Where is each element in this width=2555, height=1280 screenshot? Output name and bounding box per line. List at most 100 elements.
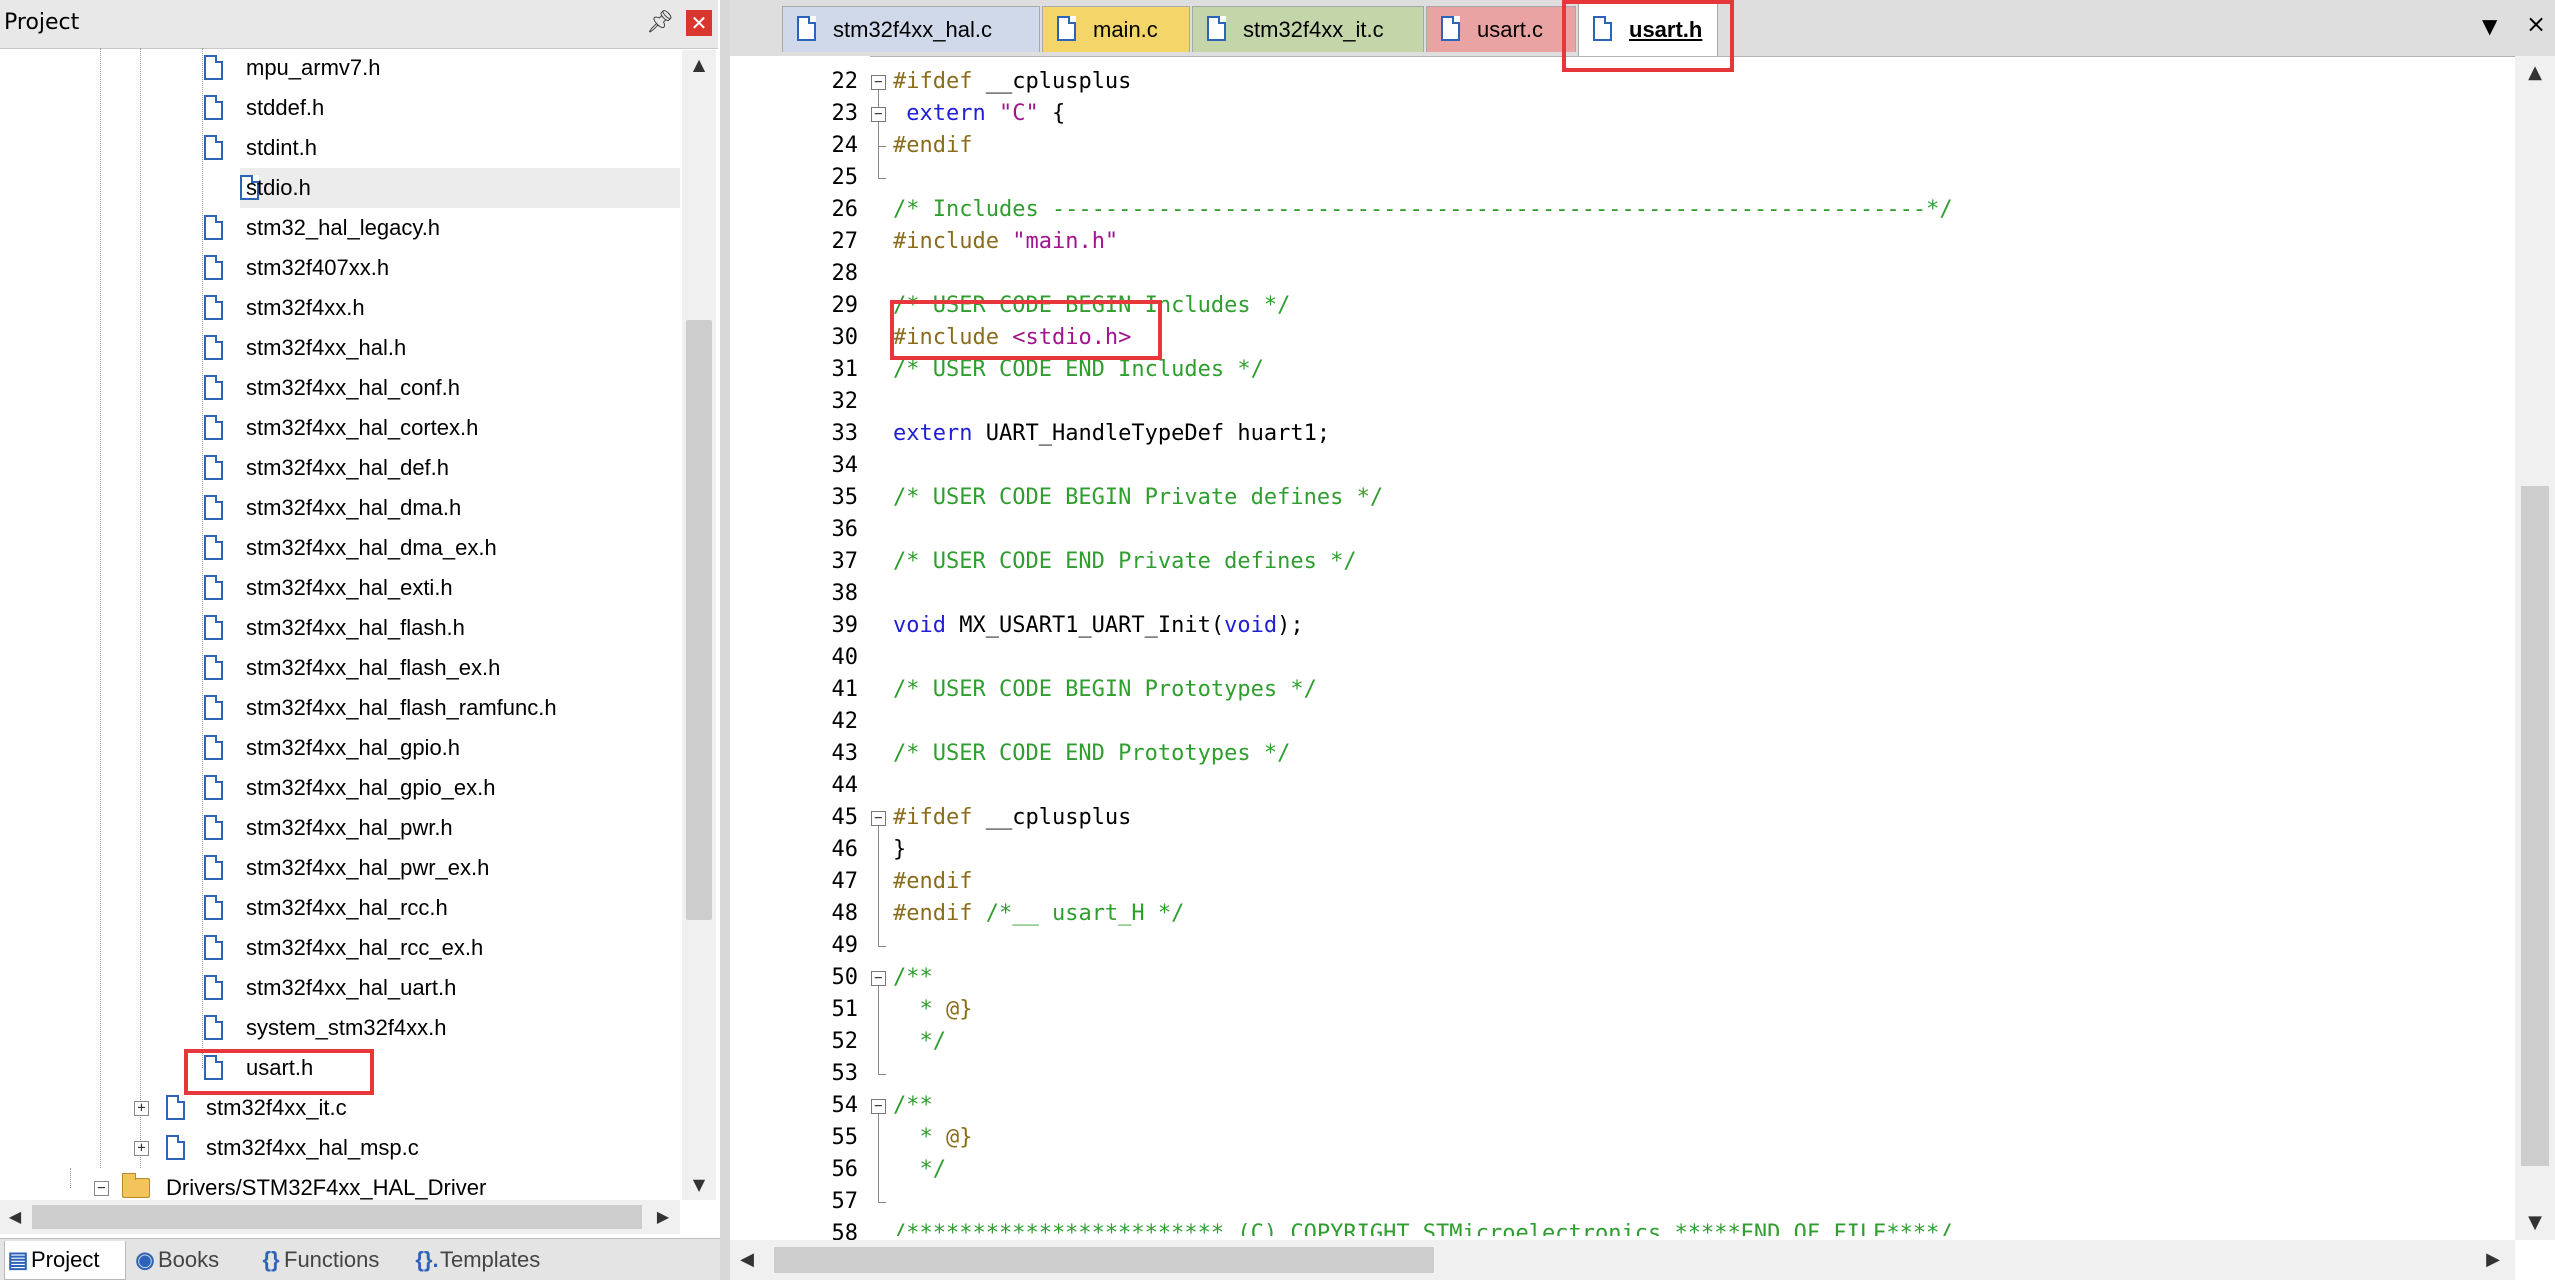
fold-toggle[interactable]: −: [871, 1099, 886, 1114]
tree-file-item[interactable]: stm32f4xx_hal_rcc_ex.h: [0, 928, 680, 968]
code-line: extern UART_HandleTypeDef huart1;: [893, 418, 1330, 450]
editor-vertical-scrollbar[interactable]: ▲ ▼: [2515, 56, 2555, 1240]
tree-folder-drivers[interactable]: − Drivers/STM32F4xx_HAL_Driver: [0, 1168, 680, 1200]
editor-vertical-scroll-thumb[interactable]: [2521, 486, 2549, 1166]
line-number: 32: [831, 389, 859, 414]
tree-file-item[interactable]: stm32f407xx.h: [0, 248, 680, 288]
tree-source-item[interactable]: + stm32f4xx_it.c: [0, 1088, 680, 1128]
expand-toggle[interactable]: +: [134, 1141, 149, 1156]
fold-toggle[interactable]: −: [871, 75, 886, 90]
tree-file-item[interactable]: system_stm32f4xx.h: [0, 1008, 680, 1048]
tree-file-item[interactable]: stm32f4xx_hal_gpio_ex.h: [0, 768, 680, 808]
tab-usart-h[interactable]: usart.h: [1578, 2, 1718, 56]
tree-vertical-scroll-thumb[interactable]: [686, 320, 712, 920]
tree-file-item[interactable]: stm32f4xx_hal_cortex.h: [0, 408, 680, 448]
tab-functions[interactable]: {} Functions: [258, 1241, 408, 1279]
fold-toggle[interactable]: −: [871, 971, 886, 986]
line-number: 23: [831, 101, 859, 126]
code-token: /* USER CODE END Includes */: [893, 357, 1264, 382]
tree-file-item[interactable]: stm32f4xx_hal_pwr.h: [0, 808, 680, 848]
tree-file-item[interactable]: stddef.h: [0, 88, 680, 128]
line-number: 46: [831, 837, 859, 862]
pin-icon[interactable]: 📌︎: [646, 10, 674, 36]
line-number: 36: [831, 517, 859, 542]
line-number: 26: [831, 197, 859, 222]
project-panel: Project 📌︎ ✕ mpu_armv7.h stddef.h stdint.h…: [0, 0, 720, 1280]
expand-toggle[interactable]: +: [134, 1101, 149, 1116]
tree-source-label: stm32f4xx_hal_msp.c: [206, 1135, 419, 1160]
tree-horizontal-scroll-thumb[interactable]: [32, 1205, 642, 1229]
code-token: #endif: [893, 869, 973, 894]
tab-label: Functions: [284, 1247, 380, 1272]
scroll-up-arrow-icon[interactable]: ▲: [682, 50, 716, 80]
code-token: */: [893, 1029, 946, 1054]
code-line: #include <stdio.h>: [893, 322, 1131, 354]
tree-file-item[interactable]: stdint.h: [0, 128, 680, 168]
tree-file-item[interactable]: stm32f4xx_hal_flash_ex.h: [0, 648, 680, 688]
tree-file-item[interactable]: stm32f4xx_hal_gpio.h: [0, 728, 680, 768]
tree-file-label: stm32_hal_legacy.h: [246, 215, 441, 240]
tree-file-item[interactable]: stm32f4xx_hal_exti.h: [0, 568, 680, 608]
code-line: /* Includes ----------------------------…: [893, 194, 1953, 226]
line-number: 51: [831, 997, 859, 1022]
tab-project[interactable]: ▤ Project: [4, 1241, 126, 1280]
tree-horizontal-scrollbar[interactable]: ◀ ▶: [0, 1200, 680, 1234]
tree-file-item[interactable]: stm32f4xx_hal.h: [0, 328, 680, 368]
tree-file-item[interactable]: usart.h: [0, 1048, 680, 1088]
tree-file-item[interactable]: stm32f4xx_hal_uart.h: [0, 968, 680, 1008]
tree-file-label: stm32f4xx.h: [246, 295, 365, 320]
scroll-right-arrow-icon[interactable]: ▶: [648, 1200, 678, 1234]
project-panel-title: Project: [4, 10, 80, 35]
scroll-left-arrow-icon[interactable]: ◀: [0, 1200, 30, 1234]
fold-end-marker: [878, 1202, 886, 1203]
line-number: 34: [831, 453, 859, 478]
tree-file-item[interactable]: stm32f4xx_hal_rcc.h: [0, 888, 680, 928]
editor-horizontal-scroll-thumb[interactable]: [774, 1247, 1434, 1273]
code-line: /* USER CODE END Private defines */: [893, 546, 1357, 578]
tree-file-item[interactable]: stm32f4xx_hal_flash_ramfunc.h: [0, 688, 680, 728]
tree-file-item[interactable]: stm32f4xx_hal_dma_ex.h: [0, 528, 680, 568]
code-area[interactable]: #ifdef __cplusplus extern "C" {#endif /* …: [893, 56, 2513, 1236]
tree-file-item[interactable]: stm32f4xx_hal_def.h: [0, 448, 680, 488]
tree-file-item[interactable]: stm32f4xx_hal_conf.h: [0, 368, 680, 408]
code-editor: stm32f4xx_hal.c main.c stm32f4xx_it.c us…: [730, 0, 2555, 1280]
tree-file-label: stm32f4xx_hal_gpio_ex.h: [246, 775, 496, 800]
tree-file-item[interactable]: stdio.h: [240, 168, 680, 208]
code-token: /* USER CODE BEGIN Private defines */: [893, 485, 1384, 510]
tab-books[interactable]: ◉ Books: [132, 1241, 252, 1279]
tab-stm32f4xx-hal-c[interactable]: stm32f4xx_hal.c: [782, 6, 1040, 52]
editor-horizontal-scrollbar[interactable]: ◀ ▶: [730, 1240, 2515, 1280]
tree-vertical-scrollbar[interactable]: ▲ ▼: [682, 50, 716, 1200]
tree-file-item[interactable]: stm32_hal_legacy.h: [0, 208, 680, 248]
tree-file-item[interactable]: stm32f4xx_hal_pwr_ex.h: [0, 848, 680, 888]
file-icon: [166, 1095, 185, 1120]
tree-file-item[interactable]: mpu_armv7.h: [0, 48, 680, 88]
tab-stm32f4xx-it-c[interactable]: stm32f4xx_it.c: [1192, 6, 1424, 52]
tab-list-dropdown-icon[interactable]: ▼: [2482, 14, 2497, 38]
tab-usart-c[interactable]: usart.c: [1426, 6, 1576, 52]
tab-templates[interactable]: {}.Templates: [414, 1241, 574, 1279]
file-icon: [1057, 16, 1076, 41]
scroll-right-arrow-icon[interactable]: ▶: [2476, 1240, 2510, 1280]
scroll-down-arrow-icon[interactable]: ▼: [682, 1170, 716, 1200]
line-number: 56: [831, 1157, 859, 1182]
close-tab-icon[interactable]: ×: [2526, 10, 2546, 38]
scroll-up-arrow-icon[interactable]: ▲: [2515, 56, 2555, 90]
tab-main-c[interactable]: main.c: [1042, 6, 1190, 52]
close-icon[interactable]: ✕: [686, 10, 712, 36]
tree-source-item[interactable]: + stm32f4xx_hal_msp.c: [0, 1128, 680, 1168]
tree-file-label: stm32f4xx_hal_dma.h: [246, 495, 462, 520]
tree-file-item[interactable]: stm32f4xx_hal_flash.h: [0, 608, 680, 648]
code-token: {: [1038, 101, 1066, 126]
line-number: 48: [831, 901, 859, 926]
collapse-toggle[interactable]: −: [94, 1181, 109, 1196]
scroll-left-arrow-icon[interactable]: ◀: [730, 1240, 764, 1280]
file-icon: [204, 535, 223, 560]
fold-toggle[interactable]: −: [871, 811, 886, 826]
code-line: /* USER CODE END Prototypes */: [893, 738, 1290, 770]
fold-toggle[interactable]: −: [871, 107, 886, 122]
tree-file-item[interactable]: stm32f4xx_hal_dma.h: [0, 488, 680, 528]
tree-file-item[interactable]: stm32f4xx.h: [0, 288, 680, 328]
scroll-down-arrow-icon[interactable]: ▼: [2515, 1206, 2555, 1240]
panel-splitter[interactable]: [720, 0, 730, 1280]
